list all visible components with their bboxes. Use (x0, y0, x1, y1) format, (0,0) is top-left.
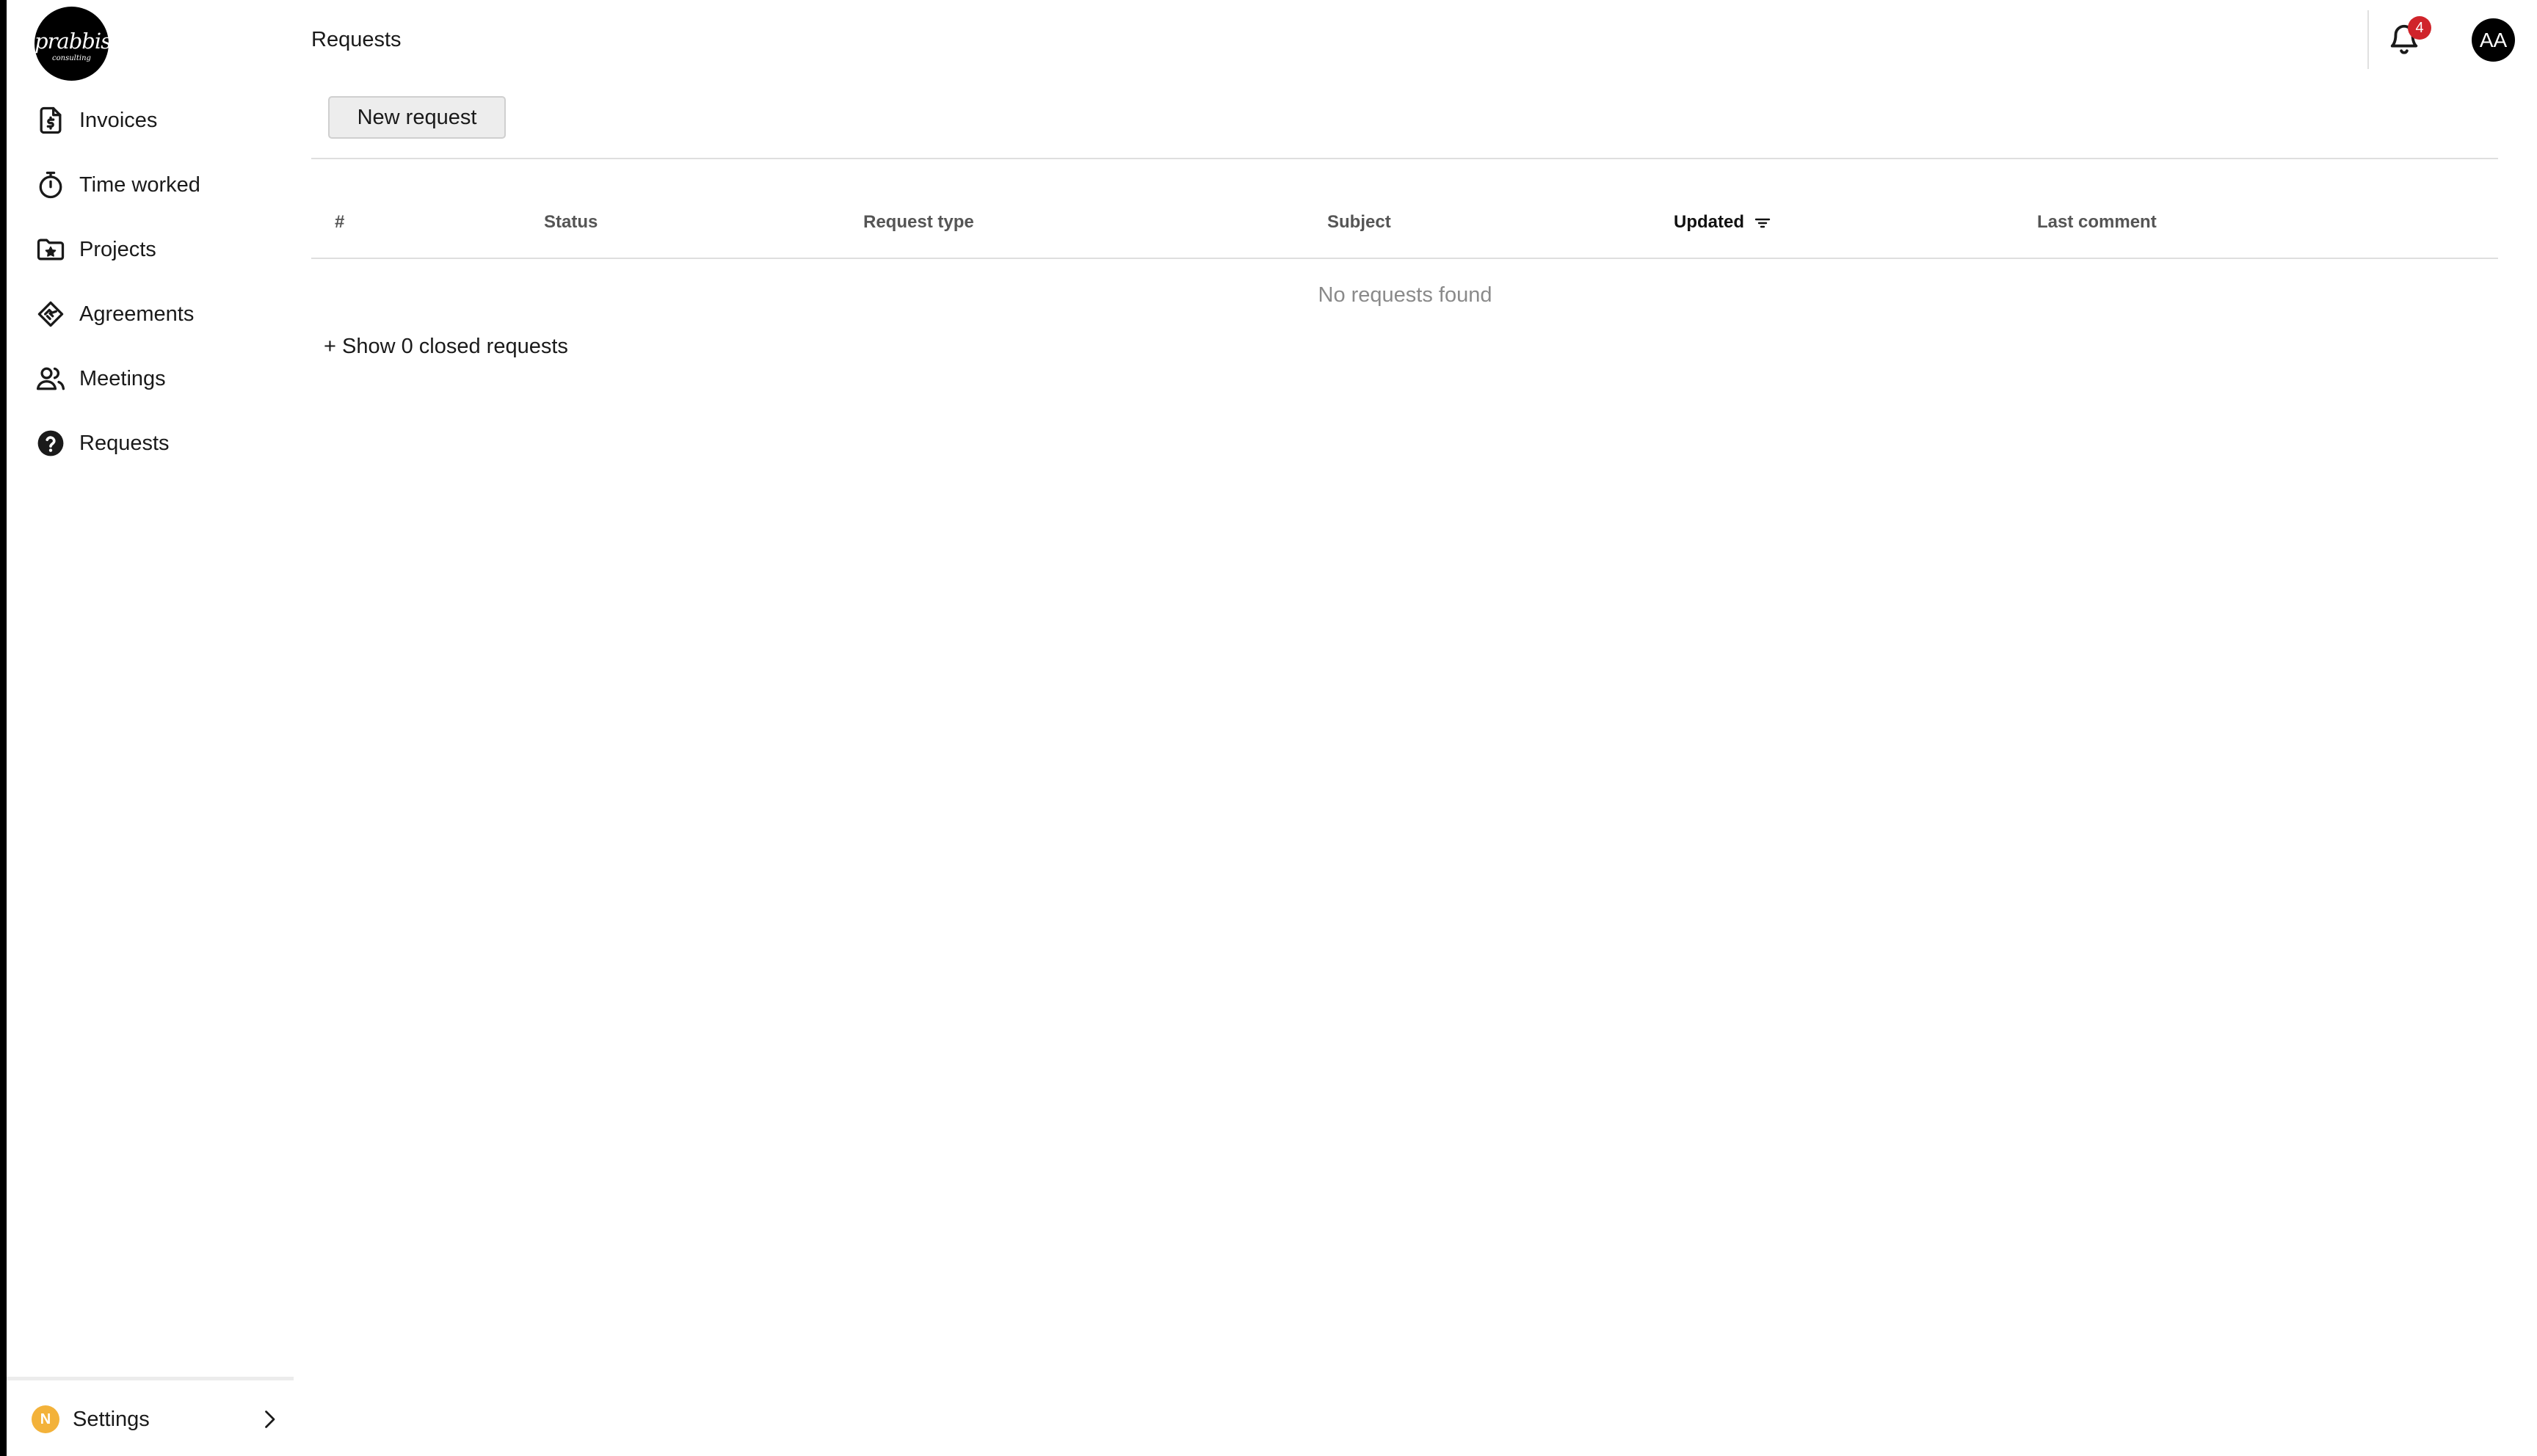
stopwatch-icon (35, 169, 67, 201)
column-header-last-comment[interactable]: Last comment (2037, 209, 2157, 236)
sidebar-item-label: Time worked (79, 173, 200, 197)
chevron-right-icon (265, 1410, 275, 1428)
logo-text: prabbis (35, 29, 112, 54)
sidebar: prabbis consulting Invoices Time worked (7, 0, 294, 1456)
notification-count-badge: 4 (2408, 16, 2431, 40)
column-header-request-type[interactable]: Request type (863, 209, 974, 236)
sidebar-item-label: Invoices (79, 109, 158, 132)
sidebar-nav: Invoices Time worked Projects Agreements… (7, 88, 294, 476)
settings-button[interactable]: N Settings (7, 1394, 294, 1443)
users-icon (35, 363, 67, 395)
toolbar-divider (311, 158, 2498, 159)
topbar-divider (2367, 10, 2369, 69)
sidebar-item-agreements[interactable]: Agreements (7, 282, 294, 346)
sidebar-item-label: Agreements (79, 302, 195, 326)
invoice-icon (35, 104, 67, 136)
folder-star-icon (35, 233, 67, 266)
settings-label: Settings (73, 1408, 150, 1431)
table-header-divider (311, 258, 2498, 259)
sidebar-item-projects[interactable]: Projects (7, 217, 294, 282)
column-header-subject[interactable]: Subject (1327, 209, 1391, 236)
sidebar-item-meetings[interactable]: Meetings (7, 346, 294, 411)
sidebar-item-label: Meetings (79, 367, 166, 390)
show-closed-requests-link[interactable]: + Show 0 closed requests (324, 332, 568, 361)
company-logo[interactable]: prabbis consulting (35, 7, 112, 81)
new-request-button[interactable]: New request (328, 96, 506, 139)
handshake-icon (35, 298, 67, 330)
column-header-updated[interactable]: Updated (1674, 209, 1744, 236)
settings-badge: N (32, 1405, 59, 1433)
column-header-status[interactable]: Status (544, 209, 598, 236)
sidebar-item-label: Projects (79, 238, 156, 261)
sort-icon[interactable] (1753, 214, 1772, 232)
sidebar-item-time-worked[interactable]: Time worked (7, 153, 294, 217)
sidebar-item-invoices[interactable]: Invoices (7, 88, 294, 153)
page-title: Requests (311, 28, 402, 51)
sidebar-divider (7, 1377, 294, 1380)
sidebar-item-requests[interactable]: Requests (7, 411, 294, 476)
logo-subtext: consulting (52, 54, 91, 62)
sidebar-item-label: Requests (79, 432, 170, 455)
help-circle-icon (35, 427, 67, 459)
column-header-number[interactable]: # (335, 209, 344, 236)
window-left-edge (0, 0, 7, 1456)
empty-state-text: No requests found (1318, 283, 1492, 307)
user-avatar[interactable]: AA (2472, 18, 2515, 62)
